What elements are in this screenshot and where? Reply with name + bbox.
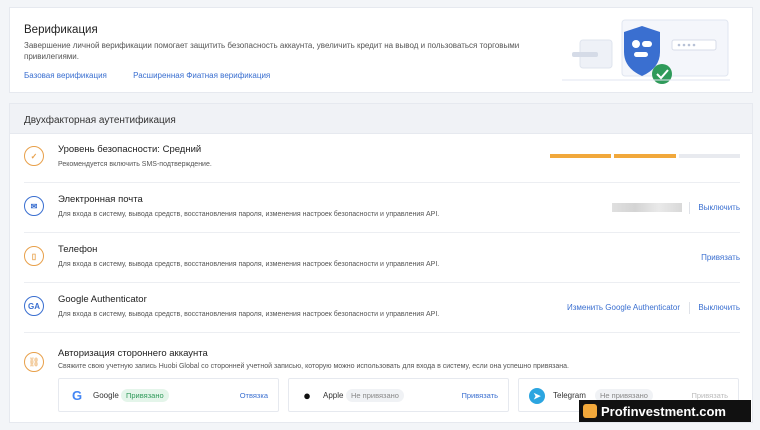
divider — [689, 202, 690, 214]
security-level-hint: Рекомендуется включить SMS-подтверждение… — [58, 161, 212, 168]
mail-icon: ✉ — [24, 196, 44, 216]
google-authenticator-icon: GA — [24, 296, 44, 316]
basic-verification-link[interactable]: Базовая верификация — [24, 71, 107, 80]
provider-name: Apple — [323, 391, 344, 400]
status-badge: Привязано — [121, 389, 169, 402]
provider-name: Google — [93, 391, 119, 400]
watermark-badge-icon — [583, 404, 597, 418]
security-level-row: ✓ Уровень безопасности: Средний Рекоменд… — [24, 134, 740, 183]
third-party-title: Авторизация стороннего аккаунта — [58, 348, 208, 359]
two-factor-card: Двухфакторная аутентификация ✓ Уровень б… — [9, 103, 753, 423]
google-authenticator-disable-button[interactable]: Выключить — [698, 303, 740, 312]
advanced-fiat-verification-link[interactable]: Расширенная Фиатная верификация — [133, 71, 270, 80]
email-disable-button[interactable]: Выключить — [698, 203, 740, 212]
google-authenticator-description: Для входа в систему, вывода средств, вос… — [58, 311, 440, 318]
phone-bind-button[interactable]: Привязать — [701, 253, 740, 262]
security-level-label: Уровень безопасности: — [58, 144, 160, 155]
telegram-bind-button[interactable]: Привязать — [691, 391, 728, 400]
provider-name: Telegram — [553, 391, 586, 400]
google-logo-icon: G — [71, 388, 83, 403]
security-level-value: Средний — [162, 144, 202, 155]
change-google-authenticator-button[interactable]: Изменить Google Authenticator — [567, 303, 680, 312]
phone-icon: ▯ — [24, 246, 44, 266]
email-description: Для входа в систему, вывода средств, вос… — [58, 211, 440, 218]
two-factor-header: Двухфакторная аутентификация — [10, 104, 752, 134]
security-level-segment — [678, 154, 740, 158]
verification-title: Верификация — [24, 24, 98, 36]
provider-card-apple: ● Apple Не привязано Привязать — [288, 378, 509, 412]
third-party-description: Свяжите свою учетную запись Huobi Global… — [58, 363, 569, 370]
verification-links: Базовая верификация Расширенная Фиатная … — [24, 71, 294, 80]
link-icon: ⛓ — [24, 352, 44, 372]
email-row: ✉ Электронная почта Для входа в систему,… — [24, 184, 740, 233]
email-title: Электронная почта — [58, 194, 143, 205]
google-authenticator-title: Google Authenticator — [58, 294, 147, 305]
google-authenticator-row: GA Google Authenticator Для входа в сист… — [24, 284, 740, 333]
telegram-logo-icon: ➤ — [529, 388, 545, 404]
watermark-logo: Profinvestment.com — [579, 400, 751, 422]
security-level-segment — [614, 154, 676, 158]
phone-row: ▯ Телефон Для входа в систему, вывода ср… — [24, 234, 740, 283]
verification-card: Верификация Завершение личной верификаци… — [9, 7, 753, 93]
security-shield-illustration — [562, 19, 730, 84]
verification-description: Завершение личной верификации помогает з… — [24, 41, 520, 61]
apple-logo-icon: ● — [303, 388, 311, 403]
security-level-title: Уровень безопасности: Средний — [58, 144, 201, 155]
masked-email — [612, 203, 682, 212]
phone-title: Телефон — [58, 244, 98, 255]
divider — [689, 302, 690, 314]
shield-icon: ✓ — [24, 146, 44, 166]
provider-card-google: G Google Привязано Отвязка — [58, 378, 279, 412]
security-level-segment — [550, 154, 612, 158]
phone-description: Для входа в систему, вывода средств, вос… — [58, 261, 440, 268]
apple-bind-button[interactable]: Привязать — [461, 391, 498, 400]
google-unbind-button[interactable]: Отвязка — [240, 391, 268, 400]
watermark-text: Profinvestment.com — [601, 403, 726, 419]
security-level-bar — [550, 154, 740, 158]
status-badge: Не привязано — [346, 389, 404, 402]
